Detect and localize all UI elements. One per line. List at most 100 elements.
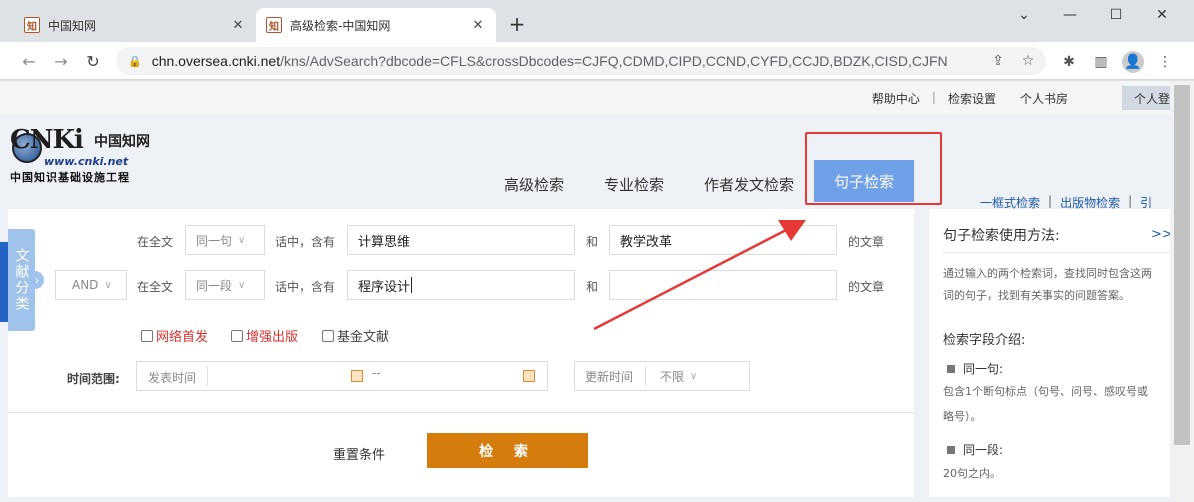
item-title: 同一段: (963, 443, 1004, 457)
chevron-down-icon: ∨ (238, 234, 246, 246)
highlight-box (805, 132, 942, 205)
personal-login-button[interactable]: 个人登 (1122, 86, 1170, 110)
term1-value: 程序设计 (358, 279, 411, 295)
and-label: 和 (586, 280, 599, 294)
checkbox-box[interactable] (231, 329, 243, 342)
chevron-right-icon[interactable]: › (30, 271, 44, 289)
divider (943, 252, 1170, 253)
update-time-label: 更新时间 (585, 369, 634, 384)
time-range-label: 时间范围: (67, 372, 120, 386)
background-strip (0, 242, 8, 322)
bookmark-star-icon[interactable]: ☆ (1016, 49, 1040, 73)
calendar-icon[interactable] (351, 370, 363, 382)
unit-select-row2[interactable]: 同一段 ∨ (185, 270, 265, 300)
forward-icon[interactable]: → (50, 50, 72, 72)
page-content: 帮助中心 | 检索设置 个人书房 个人登 CNKi 中国知网 www.cnki.… (0, 81, 1194, 502)
checkbox-box[interactable] (322, 329, 334, 342)
publish-time-label: 发表时间 (148, 371, 197, 385)
site-header: CNKi 中国知网 www.cnki.net 中国知识基础设施工程 高级检索 专… (0, 115, 1170, 210)
sentence-search-form: 文献分类 › 在全文 同一句 ∨ 话中，含有 计算思维 和 教学改革 的文章 AN… (8, 209, 914, 497)
top-links: 帮助中心 | 检索设置 个人书房 (860, 90, 1080, 107)
item2-desc: 20句之内。 (943, 467, 1001, 480)
close-tab-icon[interactable]: ✕ (470, 17, 486, 33)
help-center-link[interactable]: 帮助中心 (860, 90, 932, 107)
logo-www: www.cnki.net (44, 155, 129, 168)
browser-tab-advanced-search[interactable]: 知 高级检索-中国知网 ✕ (256, 8, 496, 42)
logo-cn-name: 中国知网 (94, 134, 150, 150)
calendar-icon[interactable] (523, 370, 535, 382)
publish-date-range: 发表时间 -- (136, 361, 548, 391)
tab-strip: 知 中国知网 ✕ 知 高级检索-中国知网 ✕ + ⌄ — ☐ ✕ (0, 0, 1194, 42)
tab-title: 高级检索-中国知网 (290, 18, 391, 33)
unit-value: 同一句 (196, 233, 233, 248)
profile-avatar-icon[interactable]: 👤 (1122, 51, 1144, 73)
term1-input-row1[interactable]: 计算思维 (347, 225, 575, 255)
lock-icon[interactable]: 🔒 (128, 55, 142, 68)
logic-value: AND (72, 278, 99, 292)
extensions-icon[interactable]: ✱ (1058, 51, 1080, 73)
minimize-button[interactable]: — (1050, 4, 1090, 26)
fields-title: 检索字段介绍: (943, 333, 1026, 348)
search-settings-link[interactable]: 检索设置 (936, 90, 1008, 107)
url-text[interactable]: chn.oversea.cnki.net/kns/AdvSearch?dbcod… (152, 53, 986, 69)
close-tab-icon[interactable]: ✕ (230, 17, 246, 33)
cnki-logo[interactable]: CNKi 中国知网 www.cnki.net 中国知识基础设施工程 (10, 125, 170, 184)
unit-value: 同一段 (196, 278, 233, 293)
menu-kebab-icon[interactable]: ⋮ (1154, 51, 1176, 73)
browser-tab-cnki[interactable]: 知 中国知网 ✕ (14, 8, 256, 42)
maximize-button[interactable]: ☐ (1096, 4, 1136, 26)
reload-icon[interactable]: ↻ (82, 50, 104, 72)
text-cursor (411, 277, 413, 293)
update-time-select[interactable]: 更新时间 不限 ∨ (574, 361, 750, 391)
top-bar: 帮助中心 | 检索设置 个人书房 个人登 (0, 81, 1170, 115)
checkbox-box[interactable] (141, 329, 153, 342)
contains-label: 话中，含有 (275, 235, 336, 249)
term2-input-row1[interactable]: 教学改革 (609, 225, 837, 255)
tab-author-search[interactable]: 作者发文检索 (704, 159, 794, 209)
help-intro-line2: 词的句子，找到有关事实的问题答案。 (943, 289, 1130, 302)
item1-desc-line2: 略号）。 (943, 410, 982, 423)
chevron-down-icon: ∨ (238, 279, 246, 291)
share-icon[interactable]: ⇪ (986, 49, 1010, 73)
fund-literature-checkbox[interactable]: 基金文献 (322, 326, 389, 345)
chevron-down-icon: ∨ (690, 370, 698, 382)
url-path: /kns/AdvSearch?dbcode=CFLS&crossDbcodes=… (280, 53, 948, 69)
bullet-icon (947, 445, 955, 454)
term2-input-row2[interactable] (609, 270, 837, 300)
date-separator: -- (372, 366, 381, 380)
update-time-value: 不限 (660, 369, 685, 384)
close-window-button[interactable]: ✕ (1142, 4, 1182, 26)
help-item-same-sentence: 同一句: (947, 360, 1003, 377)
reset-conditions-link[interactable]: 重置条件 (333, 444, 385, 463)
checkbox-label: 网络首发 (156, 330, 209, 345)
scrollbar-thumb[interactable] (1174, 85, 1190, 445)
help-title: 句子检索使用方法: (943, 228, 1060, 244)
browser-toolbar: ← → ↻ 🔒 chn.oversea.cnki.net/kns/AdvSear… (0, 42, 1194, 80)
logo-slogan: 中国知识基础设施工程 (10, 171, 130, 184)
address-bar[interactable]: 🔒 chn.oversea.cnki.net/kns/AdvSearch?dbc… (116, 47, 1046, 75)
enhanced-publication-checkbox[interactable]: 增强出版 (231, 326, 298, 345)
and-label: 和 (586, 235, 599, 249)
personal-library-link[interactable]: 个人书房 (1008, 90, 1080, 107)
tab-search-icon[interactable]: ⌄ (1004, 4, 1044, 26)
unit-select-row1[interactable]: 同一句 ∨ (185, 225, 265, 255)
help-intro-line1: 通过输入的两个检索词，查找同时包含这两 (943, 267, 1152, 280)
tab-advanced-search[interactable]: 高级检索 (504, 159, 564, 209)
cnki-favicon-icon: 知 (24, 17, 40, 33)
new-tab-button[interactable]: + (506, 12, 528, 36)
article-suffix-label: 的文章 (848, 280, 885, 294)
back-icon[interactable]: ← (18, 50, 40, 72)
tab-title: 中国知网 (48, 18, 97, 33)
scope-label: 在全文 (137, 235, 174, 249)
term1-input-row2[interactable]: 程序设计 (347, 270, 575, 300)
item-title: 同一句: (963, 362, 1004, 376)
logic-select[interactable]: AND ∨ (55, 270, 127, 300)
online-first-checkbox[interactable]: 网络首发 (141, 326, 208, 345)
search-button[interactable]: 检 索 (427, 433, 588, 468)
side-panel-icon[interactable]: ▥ (1090, 51, 1112, 73)
chevron-down-icon: ∨ (104, 279, 112, 291)
tab-professional-search[interactable]: 专业检索 (604, 159, 664, 209)
checkbox-label: 基金文献 (337, 330, 390, 345)
scope-label: 在全文 (137, 280, 174, 294)
bullet-icon (947, 364, 955, 373)
